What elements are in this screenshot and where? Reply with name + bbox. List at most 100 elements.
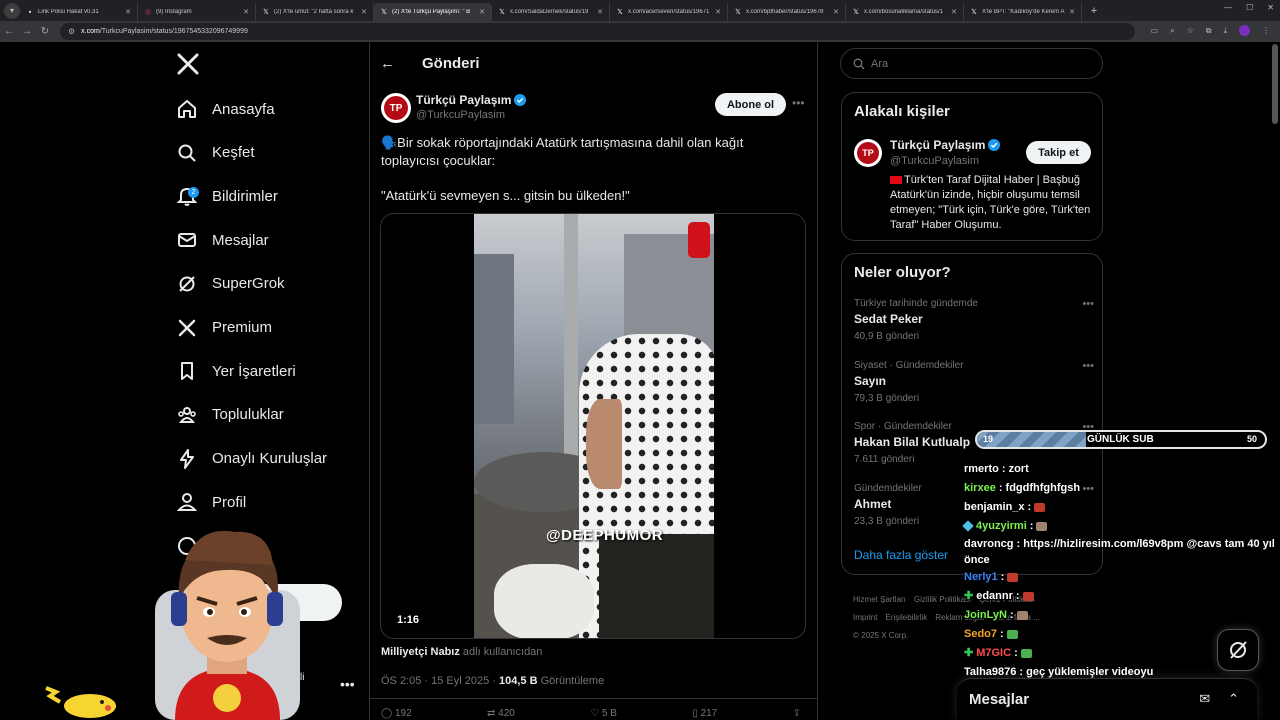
tab-close-icon[interactable]: ✕ xyxy=(1069,8,1075,16)
author-handle[interactable]: @TurkcuPaylasim xyxy=(416,109,505,121)
browser-tab[interactable]: ▪ Link Polisi Hakat v0.31 ✕ xyxy=(20,3,138,21)
footer-link[interactable]: Imprint xyxy=(853,613,877,622)
maximize-icon[interactable]: ☐ xyxy=(1246,3,1253,12)
tab-close-icon[interactable]: ✕ xyxy=(951,8,957,16)
related-name[interactable]: Türkçü Paylaşım xyxy=(890,138,1001,152)
post-more-icon[interactable]: ••• xyxy=(792,96,805,110)
show-more-link[interactable]: Daha fazla göster xyxy=(854,548,948,562)
follow-button[interactable]: Takip et xyxy=(1026,141,1091,164)
tab-close-icon[interactable]: ✕ xyxy=(125,8,131,16)
post-timestamp[interactable]: ÖS 2:05 · 15 Eyl 2025 · xyxy=(381,675,496,687)
tab-close-icon[interactable]: ✕ xyxy=(715,8,721,16)
sidebar-item[interactable]: SuperGrok xyxy=(176,269,285,299)
tab-search-icon[interactable]: ▾ xyxy=(4,2,20,19)
sidebar-item[interactable]: 2 Bildirimler xyxy=(176,181,278,211)
browser-tab[interactable]: 𝕏 (2) X'te umut: "2 hafta sonra k ✕ xyxy=(256,3,374,21)
footer-link[interactable]: © 2025 X Corp. xyxy=(853,631,908,640)
trend-item[interactable]: Siyaset · Gündemdekiler Sayın 79,3 B gönde… xyxy=(854,360,1094,404)
trend-name: Sedat Peker xyxy=(854,312,923,326)
related-name-text: Türkçü Paylaşım xyxy=(890,138,986,152)
downloads-icon[interactable]: ⤓ xyxy=(1223,26,1227,36)
reply-action[interactable]: ◯ 192 xyxy=(381,708,412,719)
extensions-icon[interactable]: ⧉ xyxy=(1206,26,1212,36)
new-message-icon[interactable]: ✉ xyxy=(1199,691,1210,707)
sidebar-item[interactable]: Keşfet xyxy=(176,138,255,168)
trend-more-icon[interactable]: ••• xyxy=(1082,360,1094,372)
site-info-icon[interactable]: ⚙ xyxy=(68,27,75,36)
sidebar-item[interactable]: Mesajlar xyxy=(176,225,269,255)
new-tab-icon[interactable]: + xyxy=(1086,3,1102,19)
bookmark-star-icon[interactable]: ☆ xyxy=(1187,26,1194,35)
reload-icon[interactable]: ↻ xyxy=(36,26,54,37)
trend-more-icon[interactable]: ••• xyxy=(1082,298,1094,310)
footer-link[interactable]: Erişilebilirlik xyxy=(885,613,927,622)
tab-close-icon[interactable]: ✕ xyxy=(479,8,485,16)
zoom-icon[interactable]: ⌕ xyxy=(1170,26,1174,36)
sidebar-item[interactable]: Premium xyxy=(176,313,272,343)
bookmark-icon xyxy=(176,360,198,382)
tab-close-icon[interactable]: ✕ xyxy=(597,8,603,16)
footer-link[interactable]: Hizmet Şartları xyxy=(853,595,906,604)
browser-tab[interactable]: 𝕏x.com/SaldaDernek/status/19 ✕ xyxy=(492,3,610,21)
x-logo-icon[interactable] xyxy=(176,52,200,76)
related-handle[interactable]: @TurkcuPaylasim xyxy=(890,155,979,167)
trend-context: Türkiye tarihinde gündemde xyxy=(854,298,978,309)
browser-tab-label: (2) X'te Türkçü Paylaşımı: " B xyxy=(392,9,471,15)
author-name[interactable]: Türkçü Paylaşım xyxy=(416,93,527,107)
browser-tab[interactable]: ◎ (9) Instagram ✕ xyxy=(138,3,256,21)
account-more-icon[interactable]: ••• xyxy=(340,676,355,692)
profile-avatar-icon[interactable] xyxy=(1239,25,1250,36)
browser-tab-label: x.com/acerseven/status/19671 xyxy=(628,9,710,15)
messages-drawer[interactable]: Mesajlar ✉ ⌃ xyxy=(957,678,1257,720)
page-scrollbar[interactable] xyxy=(1272,44,1278,124)
tab-close-icon[interactable]: ✕ xyxy=(361,8,367,16)
sidebar-item-label: Bildirimler xyxy=(212,187,278,205)
expand-up-icon[interactable]: ⌃ xyxy=(1228,691,1239,707)
tab-close-icon[interactable]: ✕ xyxy=(833,8,839,16)
profile-icon xyxy=(176,491,198,513)
back-icon[interactable]: ← xyxy=(0,26,18,37)
address-bar[interactable]: ⚙ x.com/TurkcuPaylasim/status/1967545332… xyxy=(60,23,1135,40)
grok-icon xyxy=(1230,641,1247,659)
browser-tab[interactable]: 𝕏x.com/bosunatiklama/status/1 ✕ xyxy=(846,3,964,21)
chat-separator: : xyxy=(1000,571,1008,583)
grok-button[interactable] xyxy=(1217,629,1259,671)
forward-icon[interactable]: → xyxy=(18,26,36,37)
browser-tab[interactable]: 𝕏x.com/bpthaber/status/19678 ✕ xyxy=(728,3,846,21)
video-frame-image[interactable] xyxy=(474,214,714,638)
video-player[interactable]: @DEEPHUMOR 1:16 xyxy=(380,213,806,639)
search-input[interactable] xyxy=(871,57,1071,70)
minimize-icon[interactable]: — xyxy=(1224,3,1232,12)
browser-menu-icon[interactable]: ⋮ xyxy=(1262,26,1270,35)
browser-tab[interactable]: 𝕏x.com/acerseven/status/19671 ✕ xyxy=(610,3,728,21)
credit-user[interactable]: Milliyetçi Nabız xyxy=(381,646,460,658)
chat-emote-icon xyxy=(1036,521,1048,531)
sidebar-item[interactable]: Profil xyxy=(176,487,246,517)
browser-tab[interactable]: 𝕏 (2) X'te Türkçü Paylaşımı: " B ✕ xyxy=(374,3,492,21)
sidebar-item[interactable]: Topluluklar xyxy=(176,400,284,430)
back-arrow-icon[interactable]: ← xyxy=(380,55,396,72)
search-box[interactable] xyxy=(840,48,1103,79)
cast-icon[interactable]: ▭ xyxy=(1151,26,1159,35)
repost-action[interactable]: ⇄ 420 xyxy=(487,708,515,719)
sidebar-item[interactable]: Yer İşaretleri xyxy=(176,356,296,386)
related-avatar[interactable]: TP xyxy=(854,139,882,167)
sub-goal-fill xyxy=(977,432,1087,447)
tab-close-icon[interactable]: ✕ xyxy=(243,8,249,16)
x-icon: 𝕏 xyxy=(263,9,269,16)
footer-link[interactable]: Gizlilik Politikası xyxy=(914,595,971,604)
close-window-icon[interactable]: ✕ xyxy=(1267,3,1274,12)
chat-plus-badge-icon: ✚ xyxy=(964,590,974,602)
trends-title: Neler oluyor? xyxy=(854,264,951,281)
subscribe-button[interactable]: Abone ol xyxy=(715,93,786,116)
chat-separator: : xyxy=(1029,520,1037,532)
bookmark-action[interactable]: ▯ 217 xyxy=(692,708,717,719)
browser-tab[interactable]: 𝕏 X'te BPT: "Kadıköy'de Kerem A ✕ xyxy=(964,3,1082,21)
author-avatar[interactable]: TP xyxy=(381,93,411,123)
sidebar-item[interactable]: Anasayfa xyxy=(176,94,275,124)
like-action[interactable]: ♡ 5 B xyxy=(590,708,617,719)
sidebar-item[interactable]: Onaylı Kuruluşlar xyxy=(176,444,327,474)
share-icon[interactable]: ⇪ xyxy=(793,708,801,719)
chat-plus-badge-icon: ✚ xyxy=(964,647,974,659)
trend-item[interactable]: Türkiye tarihinde gündemde Sedat Peker 40,… xyxy=(854,298,1094,342)
